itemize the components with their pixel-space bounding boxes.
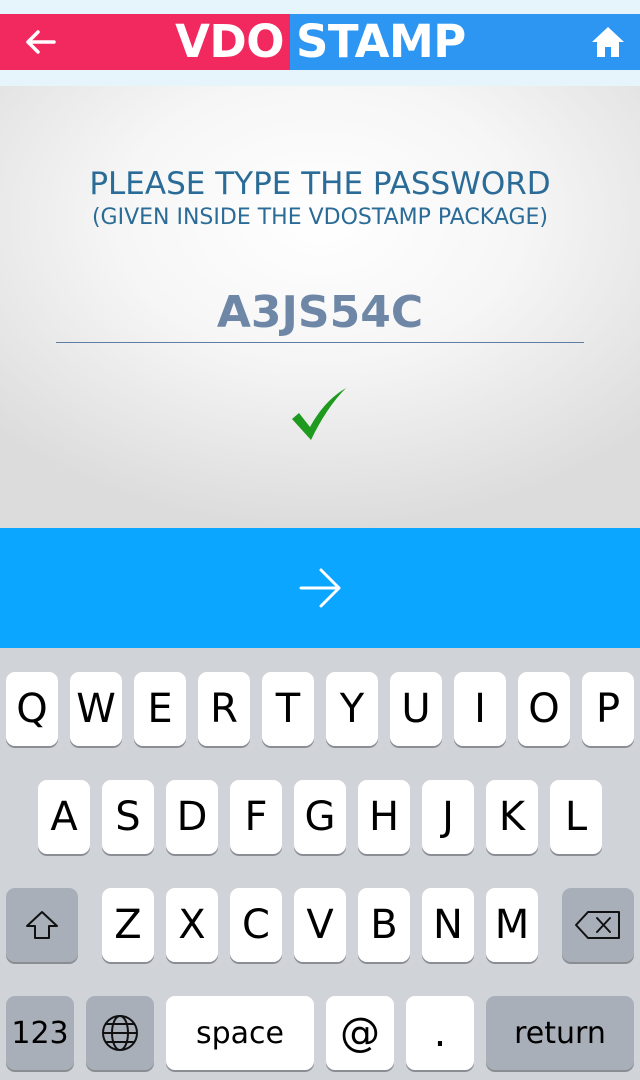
header-left-segment: VDO: [0, 14, 290, 70]
key-c[interactable]: C: [230, 888, 282, 962]
next-button[interactable]: [0, 528, 640, 648]
space-key[interactable]: space: [166, 996, 314, 1070]
key-z[interactable]: Z: [102, 888, 154, 962]
backspace-icon: [575, 911, 620, 939]
key-w[interactable]: W: [70, 672, 122, 746]
key-j[interactable]: J: [422, 780, 474, 854]
return-key[interactable]: return: [486, 996, 634, 1070]
globe-key[interactable]: [86, 996, 154, 1070]
key-e[interactable]: E: [134, 672, 186, 746]
dot-key[interactable]: .: [406, 996, 474, 1070]
home-button[interactable]: [590, 24, 626, 60]
key-k[interactable]: K: [486, 780, 538, 854]
globe-icon: [102, 1015, 138, 1051]
at-key[interactable]: @: [326, 996, 394, 1070]
key-b[interactable]: B: [358, 888, 410, 962]
key-x[interactable]: X: [166, 888, 218, 962]
key-m[interactable]: M: [486, 888, 538, 962]
key-s[interactable]: S: [102, 780, 154, 854]
key-g[interactable]: G: [294, 780, 346, 854]
key-d[interactable]: D: [166, 780, 218, 854]
key-l[interactable]: L: [550, 780, 602, 854]
key-a[interactable]: A: [38, 780, 90, 854]
key-f[interactable]: F: [230, 780, 282, 854]
header-right-segment: STAMP: [290, 14, 640, 70]
key-i[interactable]: I: [454, 672, 506, 746]
keyboard: Q W E R T Y U I O P A S D F G H J K L Z …: [0, 648, 640, 1080]
key-o[interactable]: O: [518, 672, 570, 746]
home-icon: [592, 27, 624, 57]
shift-icon: [26, 911, 58, 939]
key-v[interactable]: V: [294, 888, 346, 962]
key-t[interactable]: T: [262, 672, 314, 746]
key-r[interactable]: R: [198, 672, 250, 746]
checkmark-icon: [292, 388, 346, 440]
key-h[interactable]: H: [358, 780, 410, 854]
password-subprompt: (GIVEN INSIDE THE VDOSTAMP PACKAGE): [91, 205, 549, 230]
key-y[interactable]: Y: [326, 672, 378, 746]
password-prompt: PLEASE TYPE THE PASSWORD: [89, 166, 551, 202]
back-button[interactable]: [22, 26, 62, 58]
key-p[interactable]: P: [582, 672, 634, 746]
password-input[interactable]: [56, 282, 584, 343]
key-n[interactable]: N: [422, 888, 474, 962]
backspace-key[interactable]: [562, 888, 634, 962]
app-header: VDO STAMP: [0, 14, 640, 70]
shift-key[interactable]: [6, 888, 78, 962]
arrow-left-icon: [26, 30, 56, 54]
logo-text-vdo: VDO: [175, 15, 284, 68]
numbers-key[interactable]: 123: [6, 996, 74, 1070]
key-u[interactable]: U: [390, 672, 442, 746]
logo-text-stamp: STAMP: [296, 15, 466, 68]
key-q[interactable]: Q: [6, 672, 58, 746]
password-panel: PLEASE TYPE THE PASSWORD (GIVEN INSIDE T…: [0, 86, 640, 528]
